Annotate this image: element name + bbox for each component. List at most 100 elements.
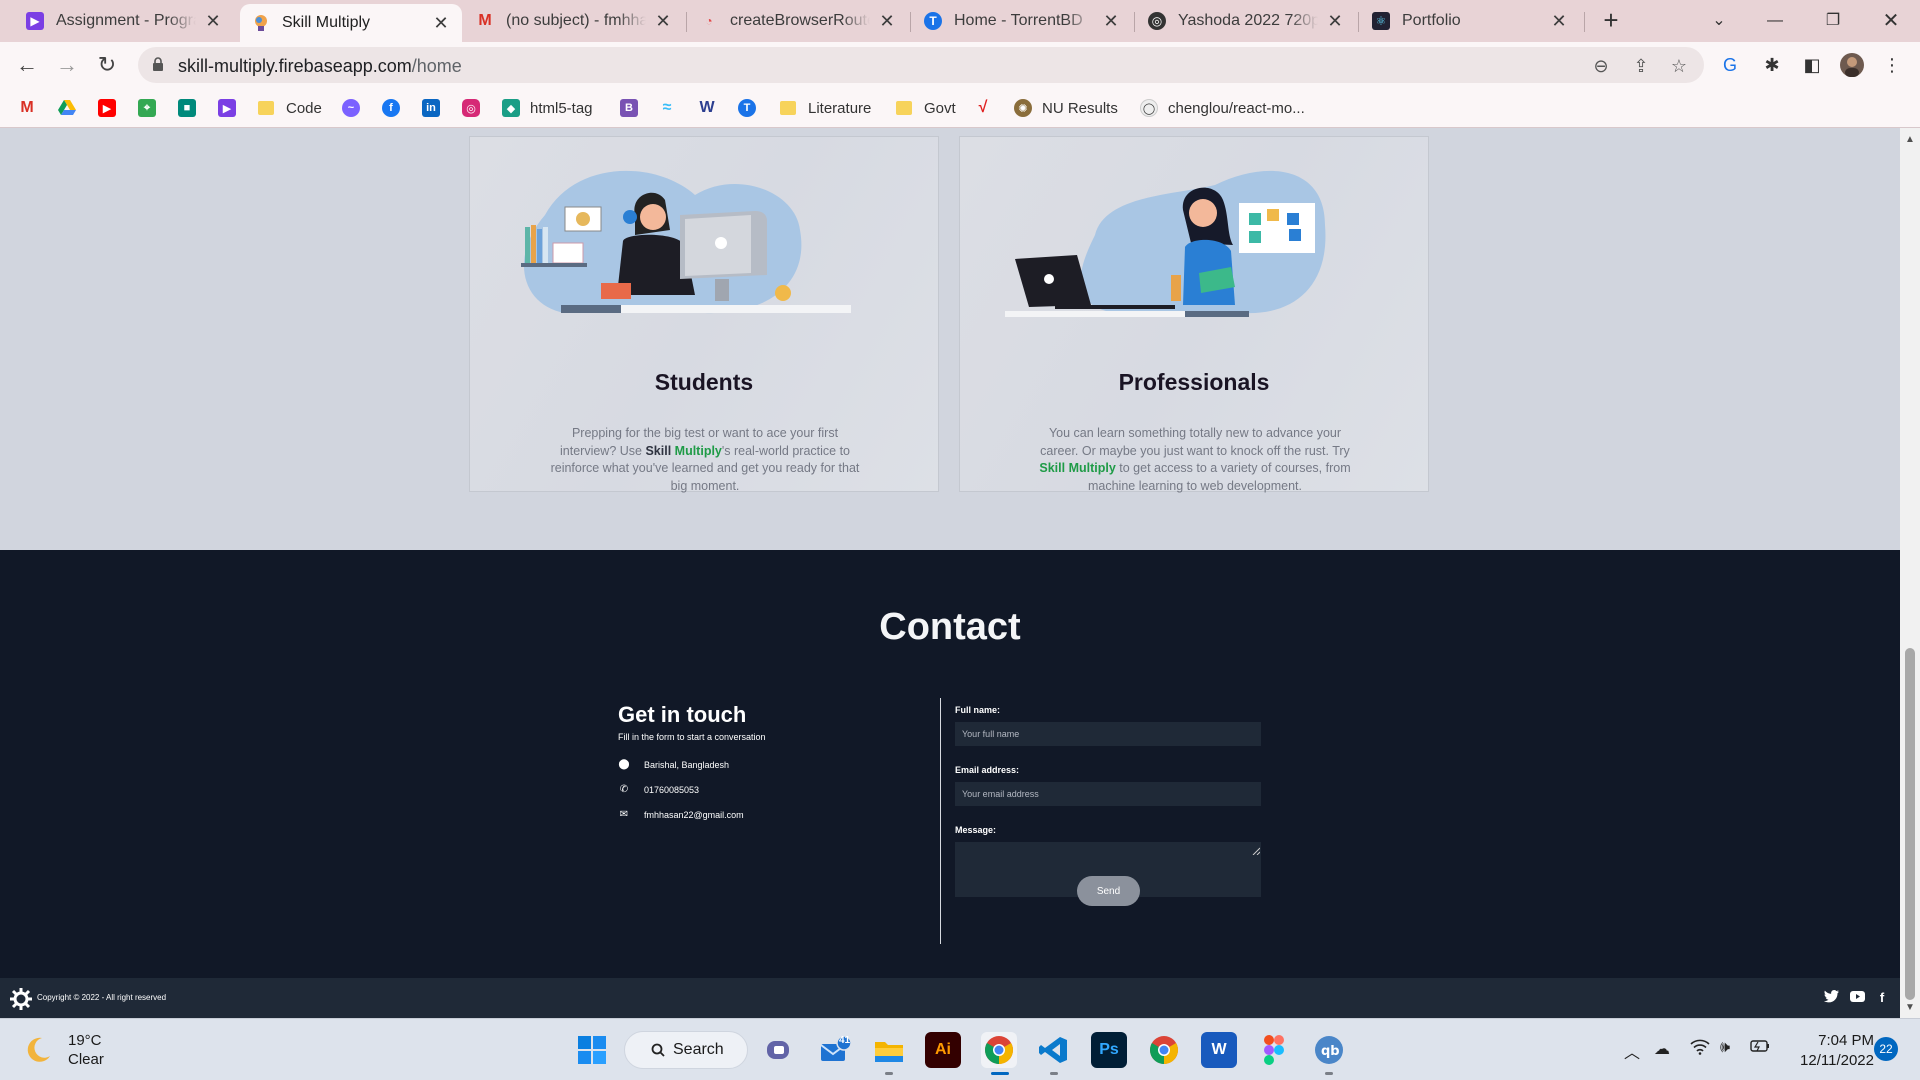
- back-button[interactable]: ←: [12, 50, 42, 80]
- battery-icon[interactable]: [1750, 1039, 1770, 1058]
- bookmark-programming-hero[interactable]: ▶: [218, 98, 236, 118]
- zoom-icon[interactable]: ⊖: [1590, 55, 1612, 77]
- close-tab-icon[interactable]: ✕: [432, 14, 450, 32]
- bookmark-bootstrap[interactable]: B: [620, 98, 638, 118]
- tab-portfolio[interactable]: ⚛ Portfolio ✕: [1360, 4, 1580, 38]
- vscode-icon[interactable]: [1036, 1032, 1072, 1068]
- restore-button[interactable]: ❐: [1818, 6, 1848, 36]
- bookmark-gmail[interactable]: M: [18, 98, 36, 118]
- bookmark-label: Code: [286, 99, 322, 117]
- scroll-up-arrow-icon[interactable]: ▲: [1905, 134, 1915, 145]
- close-tab-icon[interactable]: ✕: [1550, 12, 1568, 30]
- bookmark-meet[interactable]: ■: [178, 98, 196, 118]
- tab-yashoda[interactable]: ◎ Yashoda 2022 720p A ✕: [1136, 4, 1356, 38]
- tab-search-icon[interactable]: ⌄: [1704, 6, 1734, 36]
- close-tab-icon[interactable]: ✕: [1102, 12, 1120, 30]
- forward-button[interactable]: →: [52, 50, 82, 80]
- tab-title: Home - TorrentBD: [954, 12, 1083, 29]
- address-bar[interactable]: skill-multiply.firebaseapp.com/home ⊖ ⇪ …: [138, 47, 1704, 83]
- resize-handle-icon[interactable]: [1252, 847, 1260, 855]
- close-tab-icon[interactable]: ✕: [1326, 12, 1344, 30]
- close-tab-icon[interactable]: ✕: [878, 12, 896, 30]
- word-icon[interactable]: W: [1201, 1032, 1237, 1068]
- file-explorer-icon[interactable]: [871, 1032, 907, 1068]
- youtube-icon: ▶: [98, 99, 116, 117]
- tab-title: Portfolio: [1402, 12, 1461, 29]
- close-tab-icon[interactable]: ✕: [654, 12, 672, 30]
- youtube-icon[interactable]: [1849, 990, 1865, 1006]
- tab-gmail[interactable]: M (no subject) - fmhhasan ✕: [464, 4, 684, 38]
- qbittorrent-icon[interactable]: qb: [1311, 1032, 1347, 1068]
- bookmark-nu-results[interactable]: ✺ NU Results: [1014, 98, 1118, 118]
- close-tab-icon[interactable]: ✕: [204, 12, 222, 30]
- weather-widget[interactable]: 19°C Clear: [22, 1031, 104, 1069]
- send-button[interactable]: Send: [1077, 876, 1140, 906]
- scroll-down-arrow-icon[interactable]: ▼: [1905, 1002, 1915, 1013]
- tab-torrentbd[interactable]: T Home - TorrentBD ✕: [912, 4, 1132, 38]
- bookmark-instagram[interactable]: ◎: [462, 98, 480, 118]
- tab-assignment[interactable]: ▶ Assignment - Program ✕: [14, 4, 234, 38]
- teams-chat-icon[interactable]: [762, 1032, 798, 1068]
- chrome-icon[interactable]: [981, 1032, 1017, 1068]
- new-tab-button[interactable]: +: [1598, 7, 1624, 34]
- volume-icon[interactable]: 🕪: [1720, 1039, 1730, 1057]
- bookmark-torrentbd[interactable]: T: [738, 98, 756, 118]
- translate-icon[interactable]: G: [1718, 53, 1742, 77]
- minimize-button[interactable]: —: [1760, 6, 1790, 36]
- bookmark-facebook[interactable]: f: [382, 98, 400, 118]
- bookmark-github-chenglou[interactable]: ◯ chenglou/react-mo...: [1140, 98, 1305, 118]
- contact-location: ⬤ Barishal, Bangladesh: [618, 759, 729, 770]
- bookmark-tailwind[interactable]: ≈: [658, 98, 676, 118]
- url-text[interactable]: skill-multiply.firebaseapp.com/home: [178, 56, 462, 77]
- mail-app-icon[interactable]: 41: [817, 1032, 853, 1068]
- system-clock[interactable]: 7:04 PM 12/11/2022: [1780, 1031, 1874, 1071]
- full-name-input[interactable]: [955, 722, 1261, 746]
- side-panel-icon[interactable]: ◧: [1800, 53, 1824, 77]
- bookmark-drive[interactable]: [58, 98, 76, 118]
- bookmark-ticket[interactable]: √: [974, 98, 992, 118]
- tab-separator: [910, 12, 911, 32]
- profile-avatar[interactable]: [1840, 53, 1864, 77]
- bookmark-html5-tag[interactable]: ◆ html5-tag: [502, 98, 593, 118]
- adobe-illustrator-icon[interactable]: Ai: [925, 1032, 961, 1068]
- extensions-icon[interactable]: ✱: [1760, 53, 1784, 77]
- bookmark-w3schools[interactable]: W: [698, 98, 716, 118]
- folder-icon: [258, 101, 274, 115]
- search-icon: [651, 1043, 665, 1057]
- windows-start-button[interactable]: [574, 1032, 610, 1068]
- scrollbar-thumb[interactable]: [1905, 648, 1915, 1000]
- bookmark-folder-govt[interactable]: Govt: [896, 98, 956, 118]
- torrentbd-icon: T: [738, 99, 756, 117]
- bookmark-folder-code[interactable]: Code: [258, 98, 322, 118]
- reload-button[interactable]: ↻: [92, 50, 122, 80]
- bookmark-youtube[interactable]: ▶: [98, 98, 116, 118]
- photoshop-icon[interactable]: Ps: [1091, 1032, 1127, 1068]
- facebook-icon[interactable]: f: [1874, 990, 1890, 1006]
- bookmark-star-icon[interactable]: ☆: [1668, 55, 1690, 77]
- chrome-profile-icon[interactable]: [1146, 1032, 1182, 1068]
- show-hidden-icons-chevron[interactable]: ︿: [1624, 1039, 1640, 1063]
- wifi-icon[interactable]: [1690, 1039, 1710, 1060]
- bookmark-maps[interactable]: ⌖: [138, 98, 156, 118]
- skill-multiply-icon: [252, 14, 270, 32]
- share-icon[interactable]: ⇪: [1630, 55, 1652, 77]
- taskbar-search-button[interactable]: Search: [624, 1031, 748, 1069]
- weather-condition: Clear: [68, 1051, 104, 1068]
- twitter-icon[interactable]: [1823, 990, 1839, 1006]
- page-scrollbar[interactable]: ▲ ▼: [1900, 128, 1920, 1018]
- crescent-moon-icon: [27, 1037, 50, 1062]
- running-indicator: [1325, 1072, 1333, 1075]
- bookmark-folder-literature[interactable]: Literature: [780, 98, 871, 118]
- contact-section: Contact Get in touch Fill in the form to…: [0, 550, 1900, 978]
- bookmark-messenger[interactable]: ~: [342, 98, 360, 118]
- email-address-input[interactable]: [955, 782, 1261, 806]
- tab-skill-multiply[interactable]: Skill Multiply ✕: [240, 4, 462, 42]
- notification-badge[interactable]: 22: [1874, 1037, 1898, 1061]
- close-window-button[interactable]: ✕: [1876, 6, 1906, 36]
- bookmark-linkedin[interactable]: in: [422, 98, 440, 118]
- menu-kebab-icon[interactable]: ⋮: [1880, 53, 1904, 77]
- svg-text:qb: qb: [1321, 1044, 1340, 1059]
- tab-create-browser-router[interactable]: ◔ createBrowserRouter ✕: [688, 4, 908, 38]
- onedrive-icon[interactable]: ☁: [1654, 1039, 1670, 1059]
- figma-icon[interactable]: [1256, 1032, 1292, 1068]
